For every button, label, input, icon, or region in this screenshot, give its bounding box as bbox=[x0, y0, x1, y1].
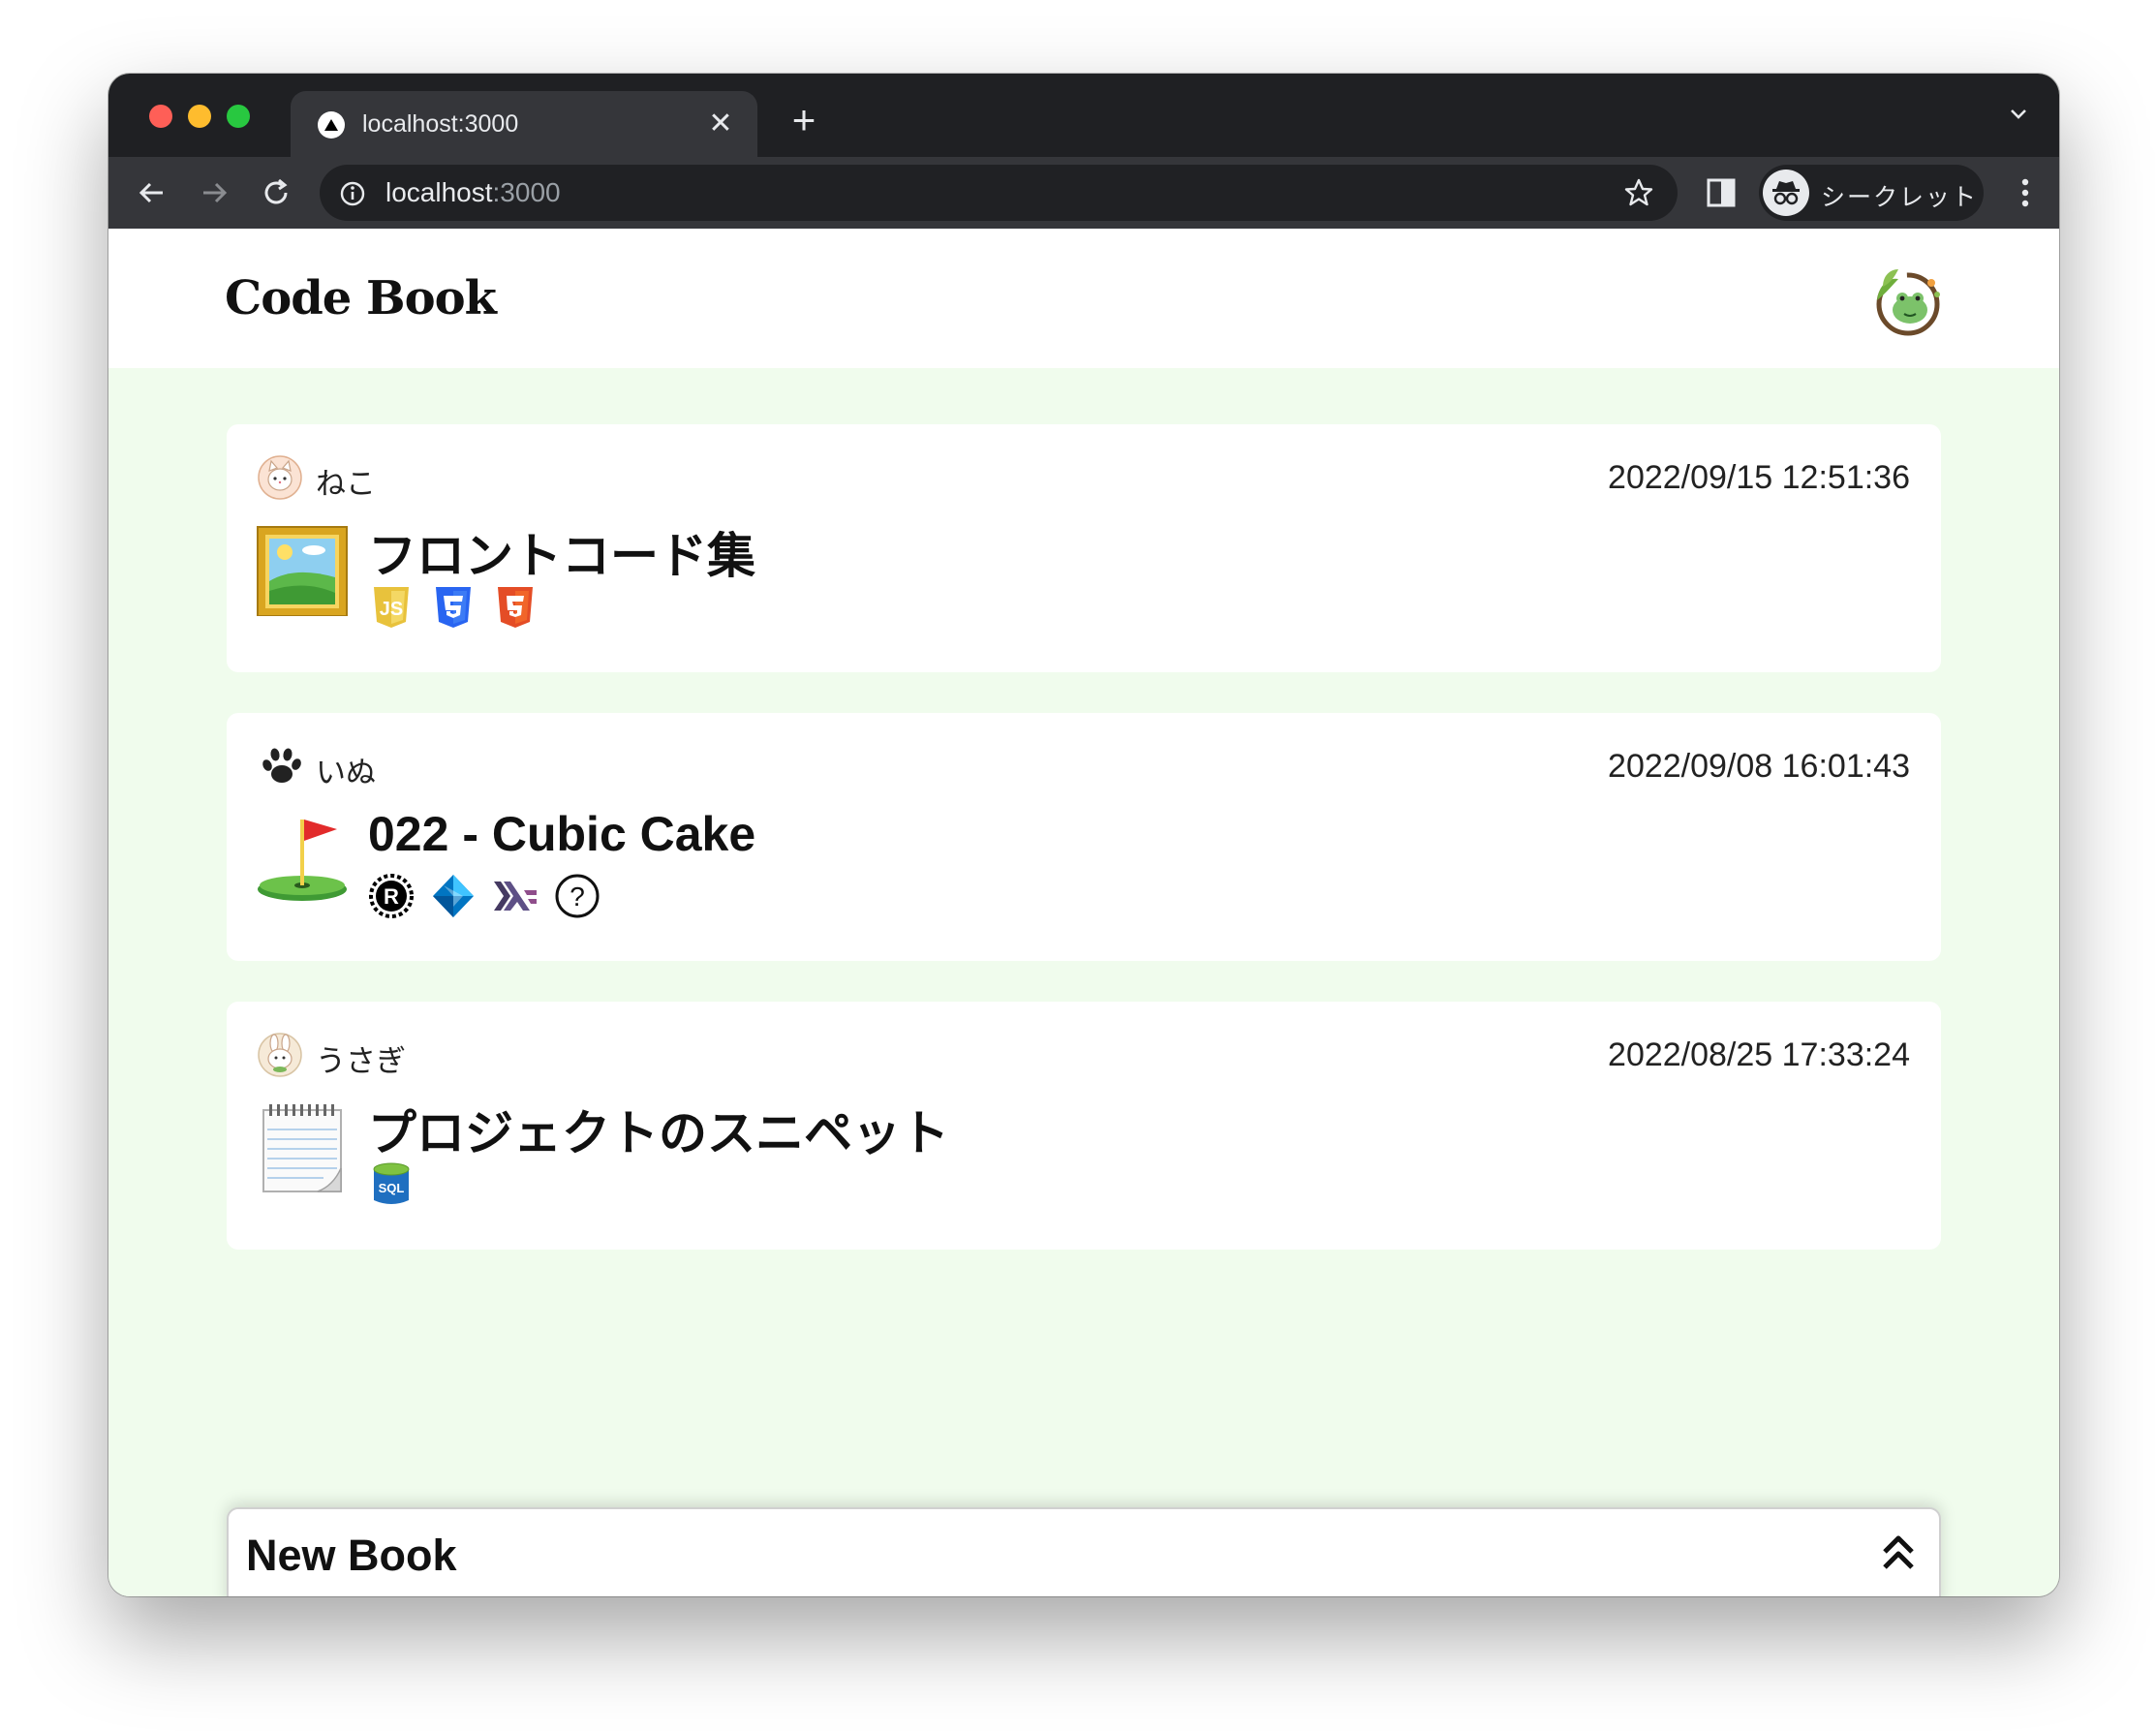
book-date: 2022/09/15 12:51:36 bbox=[1608, 459, 1910, 496]
side-panel-icon[interactable] bbox=[1705, 176, 1738, 214]
golf-flag-icon bbox=[256, 812, 349, 905]
cat-avatar-icon bbox=[258, 455, 302, 500]
unknown-icon: ? bbox=[554, 872, 601, 920]
vercel-triangle-icon bbox=[318, 111, 345, 139]
url-text: localhost:3000 bbox=[385, 177, 561, 208]
book-card[interactable]: ねこ 2022/09/15 12:51:36 フロントコード集 JS bbox=[227, 424, 1941, 672]
language-list: SQL bbox=[368, 1160, 415, 1209]
book-date: 2022/08/25 17:33:24 bbox=[1608, 1036, 1910, 1073]
javascript-icon: JS bbox=[368, 583, 415, 632]
bookmark-star-icon[interactable] bbox=[1623, 177, 1654, 213]
double-chevron-up-icon[interactable] bbox=[1879, 1532, 1918, 1580]
reload-icon[interactable] bbox=[258, 174, 294, 211]
browser-titlebar: localhost:3000 ✕ + bbox=[108, 74, 2059, 159]
tab-close-icon[interactable]: ✕ bbox=[703, 107, 738, 141]
chevron-down-icon[interactable] bbox=[2007, 103, 2030, 131]
rust-icon: R bbox=[368, 872, 415, 920]
rabbit-avatar-icon bbox=[258, 1033, 302, 1077]
address-bar[interactable]: localhost:3000 bbox=[320, 165, 1678, 221]
more-menu-icon[interactable] bbox=[2020, 176, 2030, 214]
site-header: Code Book bbox=[108, 229, 2059, 368]
framed-picture-icon bbox=[256, 523, 349, 617]
svg-text:JS: JS bbox=[380, 599, 403, 620]
svg-text:R: R bbox=[384, 884, 399, 909]
back-arrow-icon[interactable] bbox=[134, 174, 170, 211]
url-host: localhost bbox=[385, 177, 493, 207]
language-list: JS bbox=[368, 583, 539, 632]
paw-print-icon bbox=[258, 744, 302, 789]
tab-title: localhost:3000 bbox=[362, 110, 519, 138]
book-title[interactable]: フロントコード集 bbox=[368, 517, 755, 587]
html5-icon bbox=[492, 583, 539, 632]
sql-icon: SQL bbox=[368, 1160, 415, 1209]
site-title[interactable]: Code Book bbox=[225, 271, 497, 325]
book-author: うさぎ bbox=[316, 1044, 406, 1078]
user-avatar[interactable] bbox=[1869, 263, 1943, 337]
forward-arrow-icon[interactable] bbox=[196, 174, 232, 211]
book-author: いぬ bbox=[316, 756, 376, 789]
browser-window: localhost:3000 ✕ + localhost:3000 シークレット… bbox=[108, 74, 2059, 1596]
dart-icon bbox=[430, 872, 477, 920]
book-title[interactable]: プロジェクトのスニペット bbox=[368, 1095, 949, 1164]
maximize-window-button[interactable] bbox=[227, 105, 250, 128]
site-info-icon[interactable] bbox=[339, 180, 366, 212]
page-viewport: Code Book ねこ 2022/09/15 12:51:36 フロントコード… bbox=[108, 229, 2059, 1596]
minimize-window-button[interactable] bbox=[188, 105, 211, 128]
url-port: :3000 bbox=[492, 177, 561, 207]
browser-toolbar: localhost:3000 シークレット bbox=[108, 157, 2059, 229]
profile-label: シークレット bbox=[1821, 184, 1979, 211]
haskell-icon bbox=[492, 872, 539, 920]
css3-icon bbox=[430, 583, 477, 632]
close-window-button[interactable] bbox=[149, 105, 172, 128]
book-title[interactable]: 022 - Cubic Cake bbox=[368, 806, 755, 862]
book-card[interactable]: うさぎ 2022/08/25 17:33:24 プロジェクトのスニペット SQL bbox=[227, 1002, 1941, 1250]
svg-text:SQL: SQL bbox=[379, 1181, 405, 1195]
new-book-label: New Book bbox=[246, 1531, 457, 1580]
language-list: R ? bbox=[368, 872, 601, 920]
incognito-profile-button[interactable]: シークレット bbox=[1759, 165, 1984, 221]
new-book-panel[interactable]: New Book bbox=[227, 1507, 1941, 1596]
svg-text:?: ? bbox=[570, 881, 585, 912]
book-date: 2022/09/08 16:01:43 bbox=[1608, 748, 1910, 785]
notepad-icon bbox=[256, 1100, 349, 1193]
browser-tab[interactable]: localhost:3000 ✕ bbox=[291, 91, 757, 159]
book-card[interactable]: いぬ 2022/09/08 16:01:43 022 - Cubic Cake … bbox=[227, 713, 1941, 961]
book-author: ねこ bbox=[316, 467, 376, 501]
new-tab-button[interactable]: + bbox=[783, 99, 825, 141]
incognito-icon bbox=[1763, 170, 1809, 216]
